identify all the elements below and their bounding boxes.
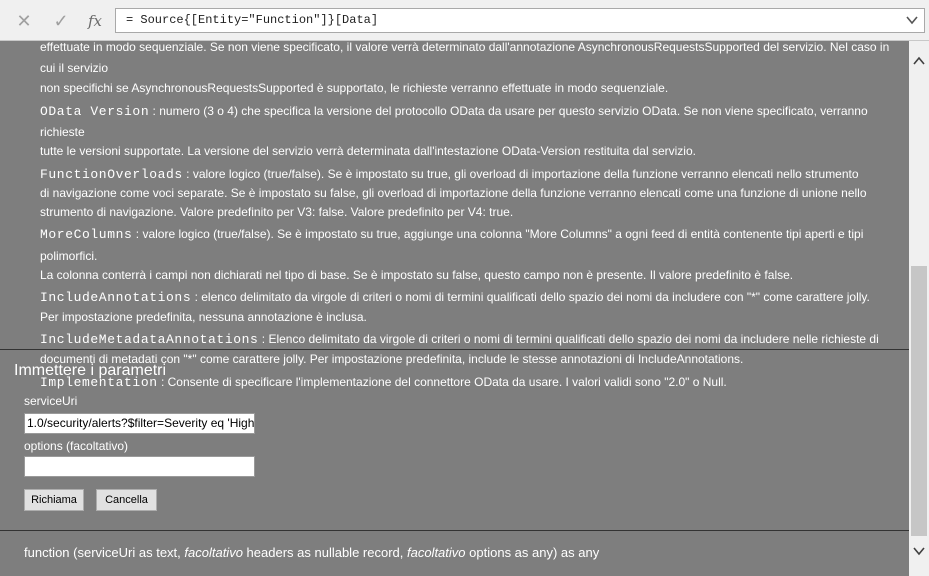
chevron-down-icon[interactable] [909,541,929,561]
description-line: documenti di metadati con "*" come carat… [40,351,744,366]
signature-text: options as any) as any [465,545,600,560]
chevron-up-icon[interactable] [909,51,929,71]
section-divider [0,530,909,531]
options-label: options (facoltativo) [24,439,129,453]
options-input[interactable] [24,456,255,477]
description-line: tutte le versioni supportate. La version… [40,143,696,158]
section-divider [0,349,909,350]
signature-text: function (serviceUri as text, [24,545,185,560]
parameter-name: FunctionOverloads [40,166,183,182]
signature-text: headers as nullable record, [242,545,407,560]
parameter-name: IncludeMetadataAnnotations [40,332,259,348]
fx-icon[interactable]: fx [83,10,107,32]
parameter-text: numero (3 o 4) che specifica la versione… [40,103,868,140]
description-line: Per impostazione predefinita, nessuna an… [40,309,367,324]
parameters-title: Immettere i parametri [14,362,167,379]
formula-input[interactable]: = Source{[Entity="Function"]}[Data] [115,8,925,33]
service-uri-label: serviceUri [24,394,78,408]
parameter-text: elenco delimitato da virgole di criteri … [201,290,870,305]
confirm-formula-icon[interactable]: ✓ [49,10,73,32]
description-line: MoreColumns : valore logico (true/false)… [40,224,902,266]
description-line: IncludeAnnotations : elenco delimitato d… [40,287,902,309]
function-description: effettuate in modo sequenziale. Se non v… [40,37,902,393]
parameter-text: Consente di specificare l'implementazion… [167,374,727,389]
description-line: OData Version : numero (3 o 4) che speci… [40,101,902,143]
parameter-separator: : [182,166,193,181]
parameter-text: Elenco delimitato da virgole di criteri … [268,332,879,347]
parameter-text: valore logico (true/false). Se è imposta… [40,227,864,263]
description-line: IncludeMetadataAnnotations : Elenco deli… [40,329,902,351]
cancel-button[interactable]: Cancella [96,489,157,511]
function-signature: function (serviceUri as text, facoltativ… [24,545,599,560]
service-uri-input[interactable]: 1.0/security/alerts?$filter=Severity eq … [24,413,255,434]
parameter-name: OData Version [40,103,150,119]
description-line: strumento di navigazione. Valore predefi… [40,204,514,219]
chevron-down-icon[interactable] [905,13,919,27]
cancel-formula-icon[interactable]: ✕ [12,10,36,32]
parameter-description: FunctionOverloads : valore logico (true/… [40,164,902,223]
parameter-separator: : [149,103,160,118]
formula-bar: ✕ ✓ fx = Source{[Entity="Function"]}[Dat… [0,0,929,41]
parameter-description: IncludeAnnotations : elenco delimitato d… [40,287,902,327]
scrollbar-thumb[interactable] [911,266,927,536]
optional-keyword: facoltativo [184,545,243,560]
parameter-separator: : [258,332,269,347]
parameter-text: valore logico (true/false). Se è imposta… [192,166,859,181]
parameter-separator: : [132,227,143,242]
parameter-description: MoreColumns : valore logico (true/false)… [40,224,902,285]
parameter-name: IncludeAnnotations [40,290,192,306]
optional-keyword: facoltativo [406,545,466,560]
description-line: Implementation : Consente di specificare… [40,372,902,394]
parameter-description: Implementation : Consente di specificare… [40,372,902,394]
description-line: La colonna conterrà i campi non dichiara… [40,267,794,282]
description-line: di navigazione come voci separate. Se è … [40,186,867,201]
description-line: non specifichi se AsynchronousRequestsSu… [40,81,669,96]
description-line: FunctionOverloads : valore logico (true/… [40,164,902,186]
parameter-description: OData Version : numero (3 o 4) che speci… [40,101,902,162]
vertical-scrollbar[interactable] [909,41,929,576]
parameter-name: MoreColumns [40,227,133,243]
parameter-separator: : [191,290,202,305]
description-line: effettuate in modo sequenziale. Se non v… [40,40,890,75]
invoke-button[interactable]: Richiama [24,489,84,511]
